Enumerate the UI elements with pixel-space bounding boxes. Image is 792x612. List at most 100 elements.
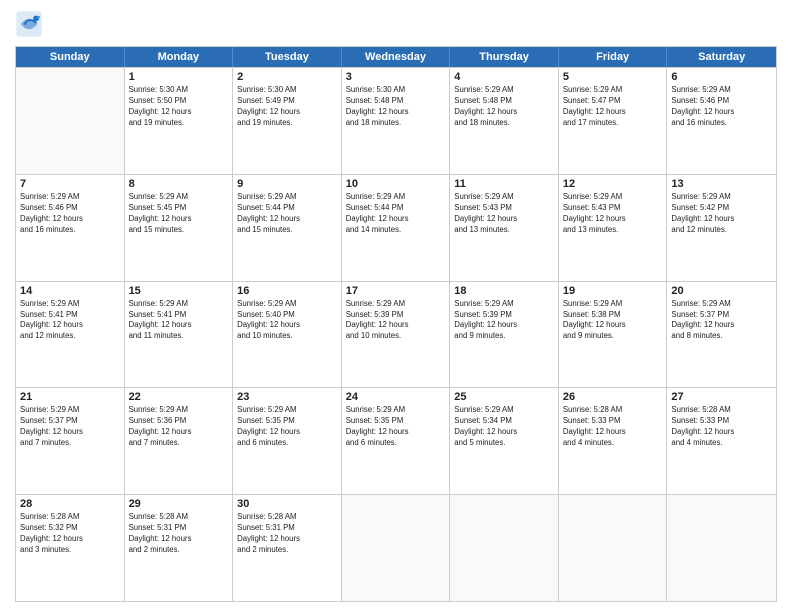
calendar-body: 1Sunrise: 5:30 AMSunset: 5:50 PMDaylight… bbox=[16, 67, 776, 601]
header-day-wednesday: Wednesday bbox=[342, 47, 451, 67]
cell-info: Sunrise: 5:30 AMSunset: 5:50 PMDaylight:… bbox=[129, 85, 229, 129]
calendar-cell-14: 14 Sunrise: 5:29 AMSunset: 5:41 PMDayligh… bbox=[16, 282, 125, 388]
calendar-row-4: 21 Sunrise: 5:29 AMSunset: 5:37 PMDayligh… bbox=[16, 387, 776, 494]
cell-info: Sunrise: 5:28 AMSunset: 5:32 PMDaylight:… bbox=[20, 512, 120, 556]
cell-info: Sunrise: 5:29 AMSunset: 5:41 PMDaylight:… bbox=[129, 299, 229, 343]
calendar-cell-empty bbox=[559, 495, 668, 601]
calendar-cell-27: 27 Sunrise: 5:28 AMSunset: 5:33 PMDayligh… bbox=[667, 388, 776, 494]
cell-info: Sunrise: 5:29 AMSunset: 5:35 PMDaylight:… bbox=[346, 405, 446, 449]
calendar-cell-15: 15 Sunrise: 5:29 AMSunset: 5:41 PMDayligh… bbox=[125, 282, 234, 388]
day-number: 11 bbox=[454, 178, 554, 190]
calendar-cell-17: 17 Sunrise: 5:29 AMSunset: 5:39 PMDayligh… bbox=[342, 282, 451, 388]
day-number: 23 bbox=[237, 391, 337, 403]
day-number: 16 bbox=[237, 285, 337, 297]
calendar-cell-8: 8 Sunrise: 5:29 AMSunset: 5:45 PMDaylight… bbox=[125, 175, 234, 281]
day-number: 28 bbox=[20, 498, 120, 510]
day-number: 29 bbox=[129, 498, 229, 510]
calendar-cell-25: 25Sunrise: 5:29 AMSunset: 5:34 PMDayligh… bbox=[450, 388, 559, 494]
cell-info: Sunrise: 5:29 AMSunset: 5:44 PMDaylight:… bbox=[237, 192, 337, 236]
calendar-cell-9: 9 Sunrise: 5:29 AMSunset: 5:44 PMDaylight… bbox=[233, 175, 342, 281]
calendar-row-3: 14 Sunrise: 5:29 AMSunset: 5:41 PMDayligh… bbox=[16, 281, 776, 388]
day-number: 8 bbox=[129, 178, 229, 190]
calendar-cell-19: 19Sunrise: 5:29 AMSunset: 5:38 PMDayligh… bbox=[559, 282, 668, 388]
header-day-friday: Friday bbox=[559, 47, 668, 67]
day-number: 6 bbox=[671, 71, 772, 83]
calendar-cell-26: 26Sunrise: 5:28 AMSunset: 5:33 PMDayligh… bbox=[559, 388, 668, 494]
cell-info: Sunrise: 5:29 AMSunset: 5:36 PMDaylight:… bbox=[129, 405, 229, 449]
cell-info: Sunrise: 5:29 AMSunset: 5:39 PMDaylight:… bbox=[454, 299, 554, 343]
day-number: 10 bbox=[346, 178, 446, 190]
calendar-cell-empty bbox=[16, 68, 125, 174]
cell-info: Sunrise: 5:30 AMSunset: 5:49 PMDaylight:… bbox=[237, 85, 337, 129]
day-number: 24 bbox=[346, 391, 446, 403]
header-day-saturday: Saturday bbox=[667, 47, 776, 67]
calendar-cell-5: 5Sunrise: 5:29 AMSunset: 5:47 PMDaylight… bbox=[559, 68, 668, 174]
cell-info: Sunrise: 5:29 AMSunset: 5:45 PMDaylight:… bbox=[129, 192, 229, 236]
day-number: 15 bbox=[129, 285, 229, 297]
cell-info: Sunrise: 5:29 AMSunset: 5:34 PMDaylight:… bbox=[454, 405, 554, 449]
calendar-header: SundayMondayTuesdayWednesdayThursdayFrid… bbox=[16, 47, 776, 67]
calendar-cell-28: 28 Sunrise: 5:28 AMSunset: 5:32 PMDayligh… bbox=[16, 495, 125, 601]
calendar-cell-2: 2 Sunrise: 5:30 AMSunset: 5:49 PMDaylight… bbox=[233, 68, 342, 174]
day-number: 22 bbox=[129, 391, 229, 403]
calendar-row-1: 1Sunrise: 5:30 AMSunset: 5:50 PMDaylight… bbox=[16, 67, 776, 174]
cell-info: Sunrise: 5:29 AMSunset: 5:37 PMDaylight:… bbox=[20, 405, 120, 449]
day-number: 14 bbox=[20, 285, 120, 297]
calendar-cell-12: 12 Sunrise: 5:29 AMSunset: 5:43 PMDayligh… bbox=[559, 175, 668, 281]
cell-info: Sunrise: 5:30 AMSunset: 5:48 PMDaylight:… bbox=[346, 85, 446, 129]
cell-info: Sunrise: 5:29 AMSunset: 5:46 PMDaylight:… bbox=[20, 192, 120, 236]
logo bbox=[15, 10, 47, 38]
day-number: 18 bbox=[454, 285, 554, 297]
cell-info: Sunrise: 5:29 AMSunset: 5:41 PMDaylight:… bbox=[20, 299, 120, 343]
calendar-cell-10: 10Sunrise: 5:29 AMSunset: 5:44 PMDayligh… bbox=[342, 175, 451, 281]
header-day-monday: Monday bbox=[125, 47, 234, 67]
day-number: 30 bbox=[237, 498, 337, 510]
header-day-sunday: Sunday bbox=[16, 47, 125, 67]
day-number: 4 bbox=[454, 71, 554, 83]
calendar-cell-13: 13 Sunrise: 5:29 AMSunset: 5:42 PMDayligh… bbox=[667, 175, 776, 281]
cell-info: Sunrise: 5:29 AMSunset: 5:39 PMDaylight:… bbox=[346, 299, 446, 343]
calendar-cell-1: 1Sunrise: 5:30 AMSunset: 5:50 PMDaylight… bbox=[125, 68, 234, 174]
calendar-cell-22: 22 Sunrise: 5:29 AMSunset: 5:36 PMDayligh… bbox=[125, 388, 234, 494]
calendar-cell-6: 6Sunrise: 5:29 AMSunset: 5:46 PMDaylight… bbox=[667, 68, 776, 174]
calendar-row-5: 28 Sunrise: 5:28 AMSunset: 5:32 PMDayligh… bbox=[16, 494, 776, 601]
cell-info: Sunrise: 5:29 AMSunset: 5:48 PMDaylight:… bbox=[454, 85, 554, 129]
cell-info: Sunrise: 5:29 AMSunset: 5:42 PMDaylight:… bbox=[671, 192, 772, 236]
calendar-cell-empty bbox=[667, 495, 776, 601]
day-number: 20 bbox=[671, 285, 772, 297]
cell-info: Sunrise: 5:28 AMSunset: 5:31 PMDaylight:… bbox=[237, 512, 337, 556]
calendar-cell-11: 11 Sunrise: 5:29 AMSunset: 5:43 PMDayligh… bbox=[450, 175, 559, 281]
calendar-cell-3: 3Sunrise: 5:30 AMSunset: 5:48 PMDaylight… bbox=[342, 68, 451, 174]
cell-info: Sunrise: 5:29 AMSunset: 5:37 PMDaylight:… bbox=[671, 299, 772, 343]
cell-info: Sunrise: 5:29 AMSunset: 5:43 PMDaylight:… bbox=[563, 192, 663, 236]
day-number: 13 bbox=[671, 178, 772, 190]
cell-info: Sunrise: 5:29 AMSunset: 5:47 PMDaylight:… bbox=[563, 85, 663, 129]
cell-info: Sunrise: 5:29 AMSunset: 5:35 PMDaylight:… bbox=[237, 405, 337, 449]
day-number: 17 bbox=[346, 285, 446, 297]
cell-info: Sunrise: 5:28 AMSunset: 5:33 PMDaylight:… bbox=[563, 405, 663, 449]
header bbox=[15, 10, 777, 38]
calendar-cell-30: 30 Sunrise: 5:28 AMSunset: 5:31 PMDayligh… bbox=[233, 495, 342, 601]
calendar-cell-23: 23 Sunrise: 5:29 AMSunset: 5:35 PMDayligh… bbox=[233, 388, 342, 494]
page: SundayMondayTuesdayWednesdayThursdayFrid… bbox=[0, 0, 792, 612]
day-number: 21 bbox=[20, 391, 120, 403]
day-number: 2 bbox=[237, 71, 337, 83]
header-day-thursday: Thursday bbox=[450, 47, 559, 67]
calendar-cell-18: 18 Sunrise: 5:29 AMSunset: 5:39 PMDayligh… bbox=[450, 282, 559, 388]
day-number: 19 bbox=[563, 285, 663, 297]
cell-info: Sunrise: 5:29 AMSunset: 5:40 PMDaylight:… bbox=[237, 299, 337, 343]
day-number: 12 bbox=[563, 178, 663, 190]
calendar-row-2: 7 Sunrise: 5:29 AMSunset: 5:46 PMDaylight… bbox=[16, 174, 776, 281]
calendar: SundayMondayTuesdayWednesdayThursdayFrid… bbox=[15, 46, 777, 602]
calendar-cell-16: 16 Sunrise: 5:29 AMSunset: 5:40 PMDayligh… bbox=[233, 282, 342, 388]
day-number: 27 bbox=[671, 391, 772, 403]
day-number: 7 bbox=[20, 178, 120, 190]
cell-info: Sunrise: 5:29 AMSunset: 5:43 PMDaylight:… bbox=[454, 192, 554, 236]
cell-info: Sunrise: 5:28 AMSunset: 5:33 PMDaylight:… bbox=[671, 405, 772, 449]
day-number: 9 bbox=[237, 178, 337, 190]
calendar-cell-21: 21 Sunrise: 5:29 AMSunset: 5:37 PMDayligh… bbox=[16, 388, 125, 494]
calendar-cell-empty bbox=[450, 495, 559, 601]
cell-info: Sunrise: 5:28 AMSunset: 5:31 PMDaylight:… bbox=[129, 512, 229, 556]
logo-icon bbox=[15, 10, 43, 38]
calendar-cell-4: 4 Sunrise: 5:29 AMSunset: 5:48 PMDaylight… bbox=[450, 68, 559, 174]
